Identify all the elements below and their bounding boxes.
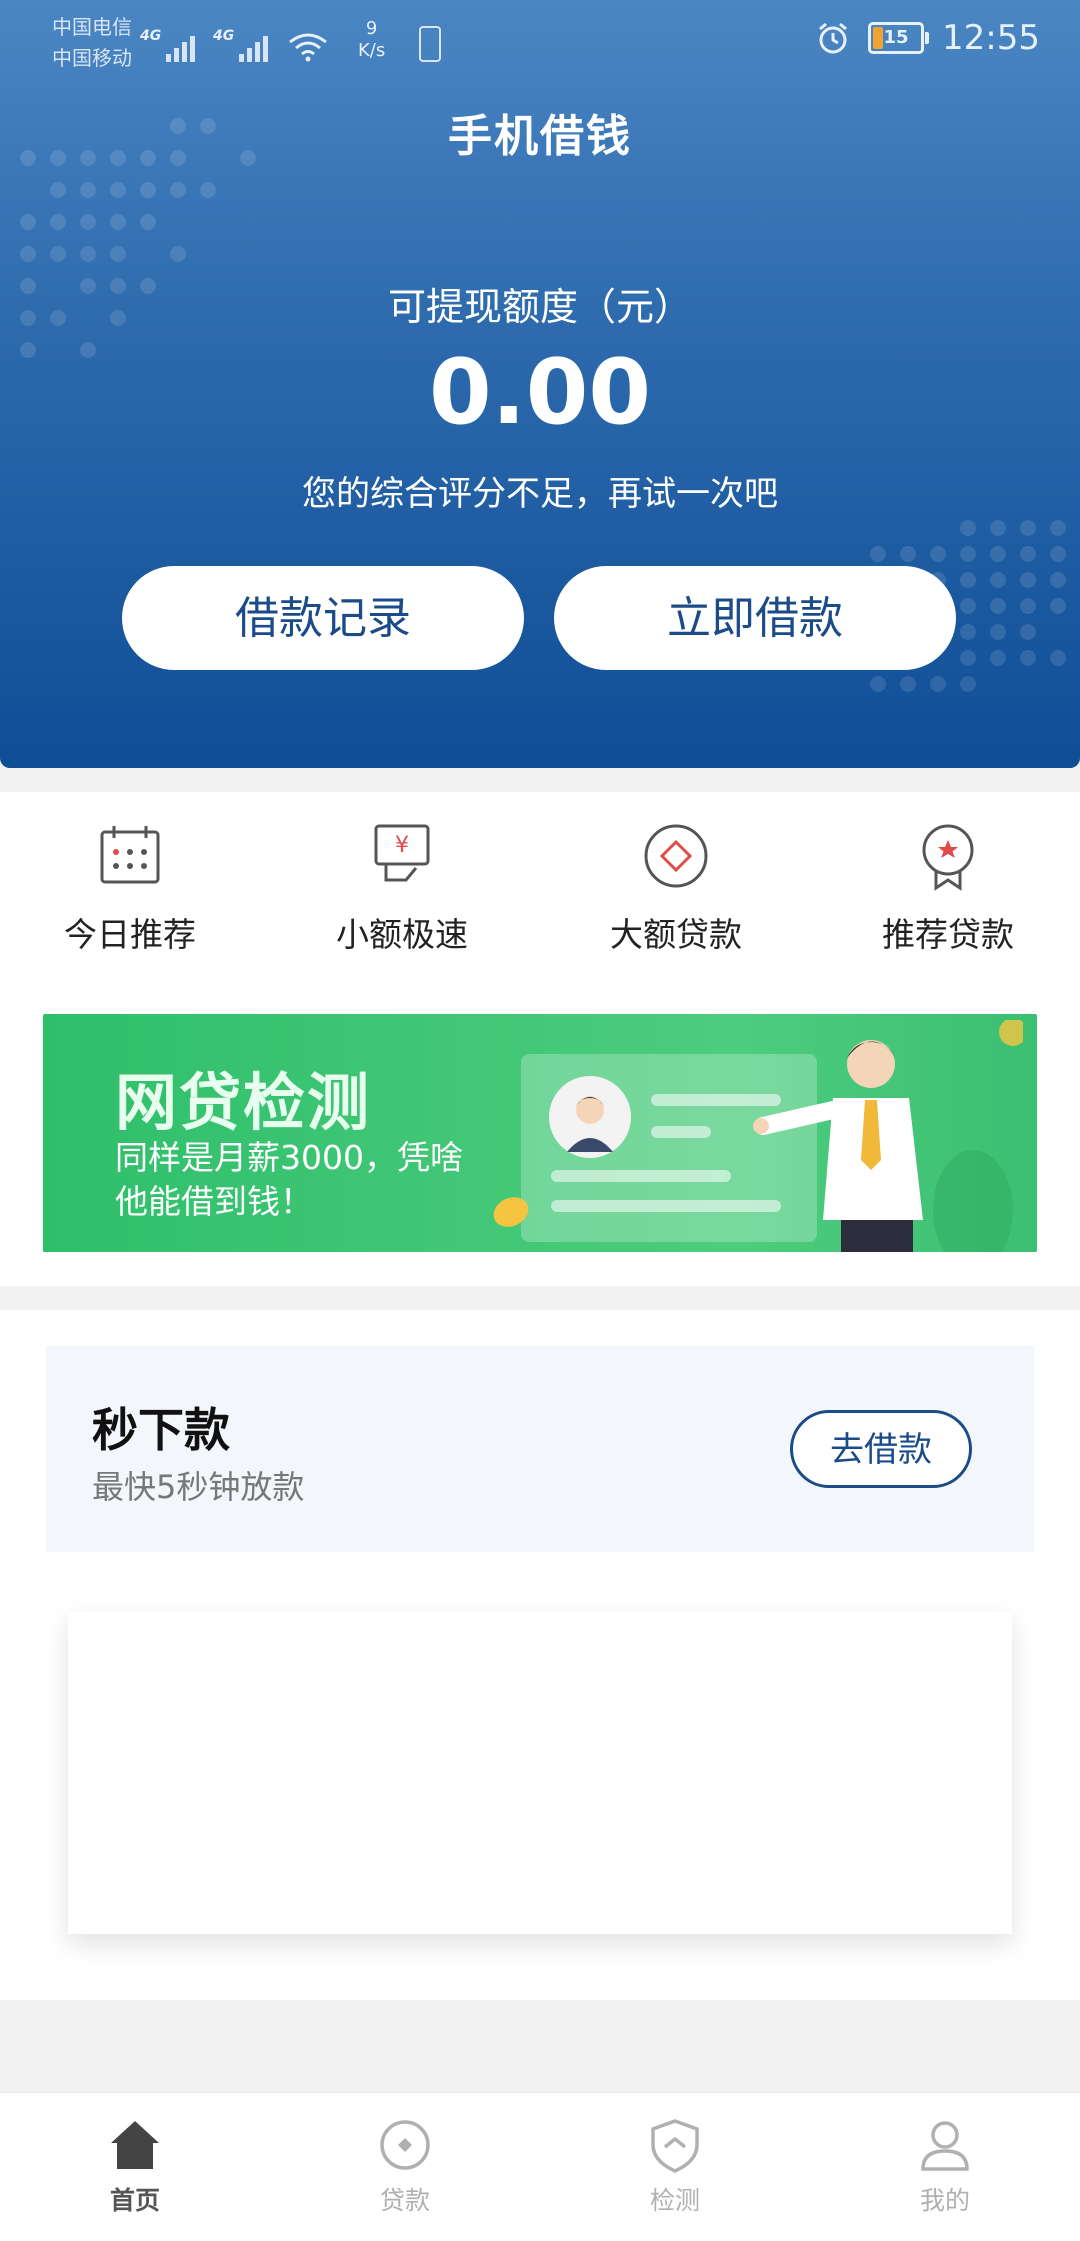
diamond-icon [644,824,708,888]
net-loan-check-banner[interactable]: 网贷检测 同样是月薪3000，凭啥他能借到钱！ [43,1014,1037,1252]
calendar-icon [100,826,160,884]
empty-content-card [68,1612,1012,1934]
nav-label: 首页 [109,2186,160,2215]
quick-loan-subtitle: 最快5秒钟放款 [92,1468,305,1506]
nav-label: 贷款 [379,2186,430,2215]
nav-home[interactable]: 首页 [45,2117,225,2217]
status-bar: 中国电信 中国移动 4G 4G 9 K/s 15 12:55 [0,0,1080,80]
category-label: 大额贷款 [610,915,742,954]
status-time: 12:55 [942,18,1040,58]
status-right: 15 12:55 [816,18,1040,58]
user-icon [921,2121,969,2171]
header-panel: 中国电信 中国移动 4G 4G 9 K/s 15 12:55 手机借钱 可提现额… [0,0,1080,768]
signal-icon: 4G [213,28,268,62]
nav-label: 我的 [919,2186,970,2215]
quick-loan-section: 秒下款 最快5秒钟放款 去借款 [0,1310,1080,2000]
page-title: 手机借钱 [448,111,632,162]
award-icon [922,824,974,891]
battery-icon: 15 [868,22,930,54]
quick-loan-card: 秒下款 最快5秒钟放款 去借款 [46,1346,1034,1552]
nav-mine[interactable]: 我的 [855,2117,1035,2217]
carrier-1: 中国电信 [52,15,132,39]
quota-label: 可提现额度（元） [387,285,692,329]
banner-subtitle: 同样是月薪3000，凭啥他能借到钱！ [115,1138,463,1221]
carrier-2: 中国移动 [52,46,132,70]
alarm-icon [819,22,847,54]
banner-title: 网贷检测 [115,1066,372,1139]
network-info: 4G 4G 9 K/s [140,18,442,62]
network-speed: 9 K/s [358,18,386,61]
signal-icon: 4G [140,28,195,62]
category-section: 今日推荐 ¥ 小额极速 大额贷款 推荐贷款 网贷检测 同样是月薪3000，凭啥他… [0,792,1080,1286]
category-label: 小额极速 [336,915,468,954]
avatar [549,1076,631,1158]
bottom-navigation: 首页 贷款 检测 我的 [0,2092,1080,2241]
nav-label: 检测 [649,2186,700,2215]
home-icon [111,2121,159,2169]
nav-loan[interactable]: 贷款 [315,2117,495,2217]
quick-loan-title: 秒下款 [92,1403,230,1457]
category-today-recommend[interactable]: 今日推荐 [30,820,230,956]
nav-check[interactable]: 检测 [585,2117,765,2217]
category-small-fast[interactable]: ¥ 小额极速 [302,820,502,956]
wifi-icon [289,33,327,62]
go-borrow-button[interactable]: 去借款 [790,1410,972,1488]
category-large-loan[interactable]: 大额贷款 [576,820,776,956]
category-label: 推荐贷款 [882,915,1014,954]
money-hand-icon: ¥ [374,824,430,882]
quota-amount: 0.00 [428,340,652,445]
score-hint: 您的综合评分不足，再试一次吧 [302,474,778,514]
svg-text:¥: ¥ [395,833,409,858]
category-recommend-loan[interactable]: 推荐贷款 [848,820,1048,956]
loan-icon [380,2120,430,2170]
borrow-now-button[interactable]: 立即借款 [554,566,956,670]
coin-icon [493,1197,529,1227]
charging-icon [419,26,442,62]
category-label: 今日推荐 [64,915,196,954]
loan-records-button[interactable]: 借款记录 [122,566,524,670]
shield-icon [651,2119,699,2173]
businessman-illustration [753,1020,1023,1252]
carrier-info: 中国电信 中国移动 [52,12,132,74]
